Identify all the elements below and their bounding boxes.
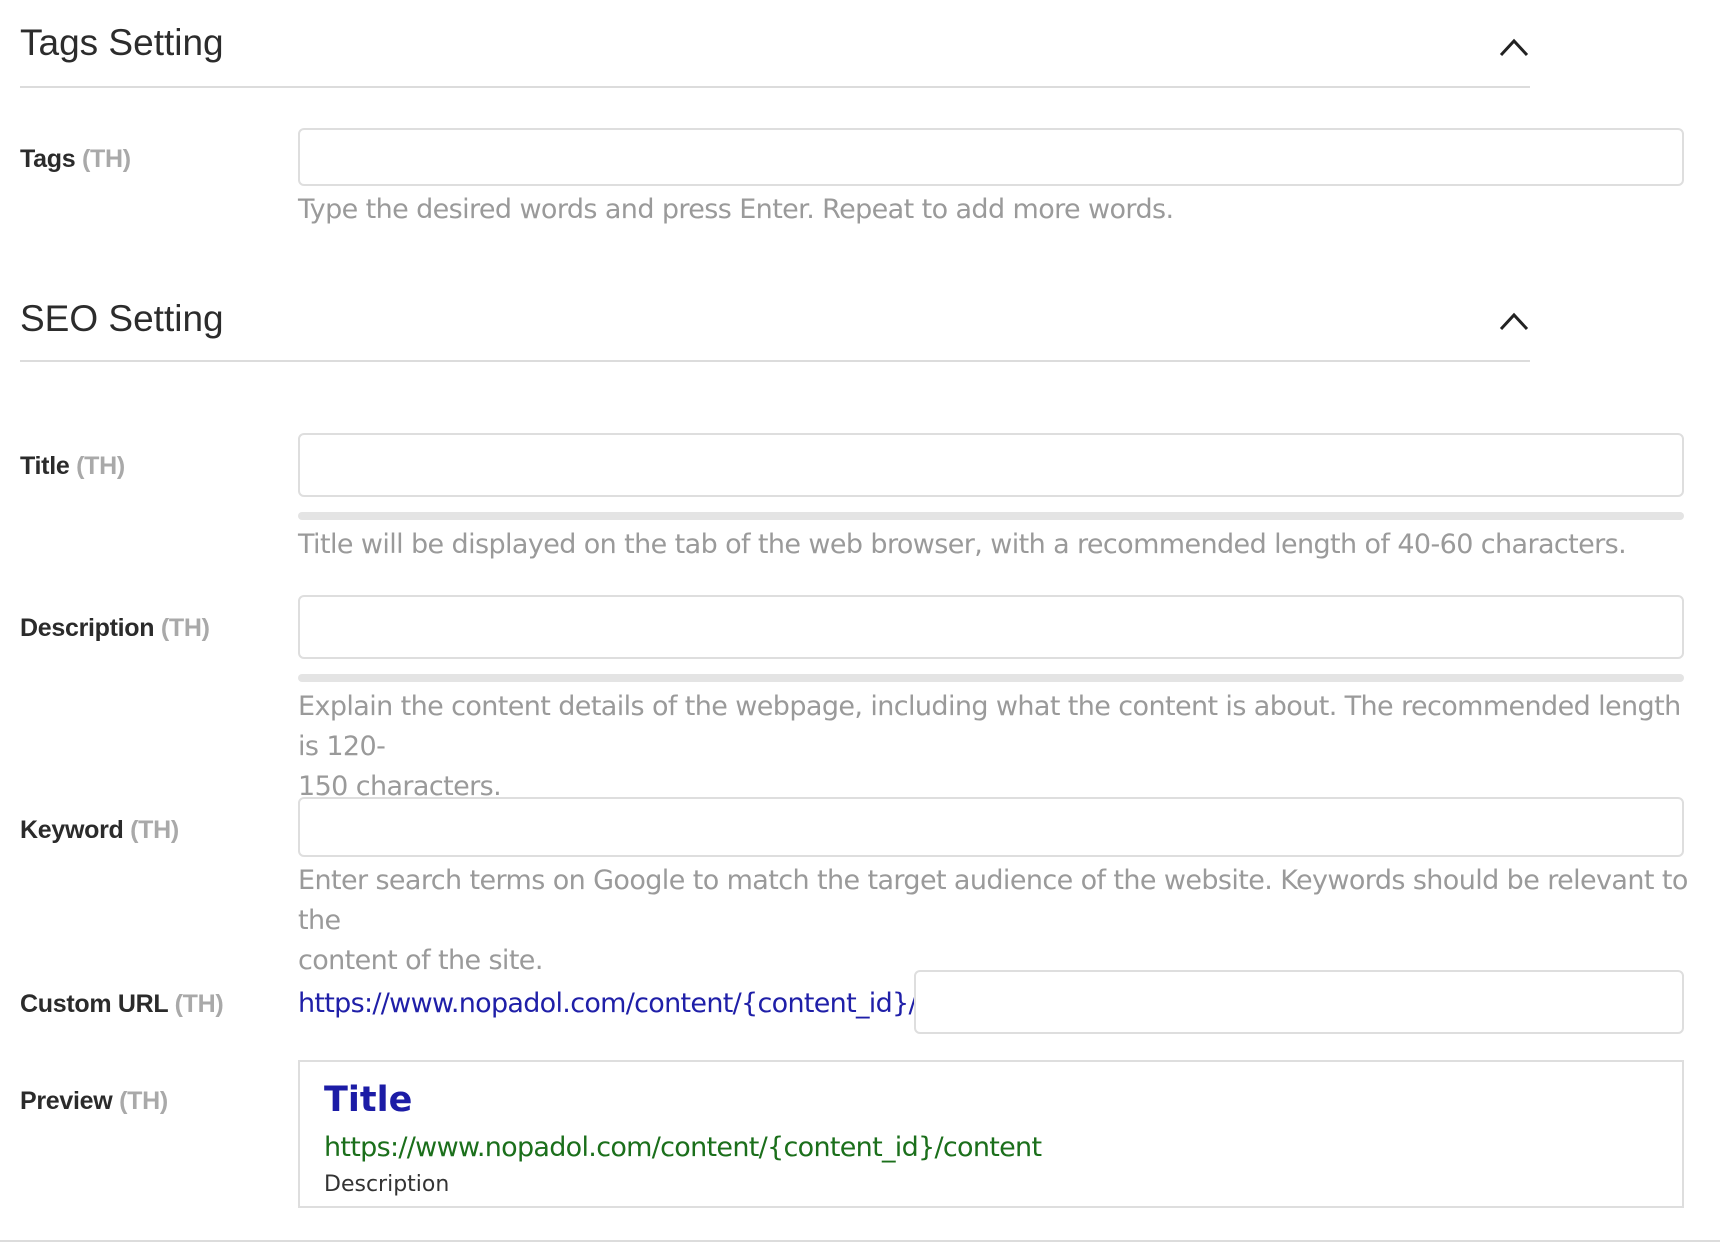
custom-url-lang-tag: (TH) [174, 990, 224, 1018]
preview-lang-tag: (TH) [119, 1087, 168, 1115]
custom-url-input[interactable] [914, 970, 1684, 1034]
search-preview-box: Title https://www.nopadol.com/content/{c… [298, 1060, 1684, 1208]
content-settings-panel: Tags Setting Tags (TH) Type the desired … [0, 0, 1688, 1208]
description-label-text: Description [20, 614, 155, 642]
title-help-text: Title will be displayed on the tab of th… [298, 529, 1627, 560]
preview-description: Description [324, 1172, 450, 1197]
keyword-help-text: Enter search terms on Google to match th… [298, 861, 1688, 981]
keyword-help-line-1: Enter search terms on Google to match th… [298, 865, 1688, 936]
seo-title-input[interactable] [298, 433, 1684, 497]
description-lang-tag: (TH) [160, 614, 210, 642]
tags-lang-tag: (TH) [81, 145, 131, 173]
seo-setting-title: SEO Setting [20, 298, 224, 339]
preview-url: https://www.nopadol.com/content/{content… [324, 1132, 1042, 1163]
keyword-label: Keyword (TH) [20, 816, 179, 845]
title-lang-tag: (TH) [76, 452, 125, 480]
custom-url-label: Custom URL (TH) [20, 990, 224, 1019]
keyword-lang-tag: (TH) [130, 816, 179, 844]
title-label-text: Title [20, 452, 70, 480]
custom-url-label-text: Custom URL [20, 990, 168, 1018]
chevron-up-icon[interactable] [1498, 310, 1530, 332]
seo-description-input[interactable] [298, 595, 1684, 659]
description-help-line-1: Explain the content details of the webpa… [298, 691, 1681, 762]
chevron-up-icon[interactable] [1498, 36, 1530, 58]
seo-setting-header[interactable]: SEO Setting [20, 274, 1530, 362]
tags-setting-header[interactable]: Tags Setting [20, 0, 1530, 88]
tags-input[interactable] [298, 128, 1684, 186]
title-length-bar [298, 512, 1684, 520]
description-help-text: Explain the content details of the webpa… [298, 687, 1688, 807]
tags-help-text: Type the desired words and press Enter. … [298, 194, 1174, 225]
preview-label: Preview (TH) [20, 1087, 168, 1116]
title-label: Title (TH) [20, 452, 125, 481]
description-length-bar [298, 674, 1684, 682]
tags-label-text: Tags [20, 145, 76, 173]
preview-label-text: Preview [20, 1087, 113, 1115]
custom-url-prefix: https://www.nopadol.com/content/{content… [298, 988, 918, 1019]
bottom-divider [0, 1240, 1720, 1242]
tags-label: Tags (TH) [20, 145, 131, 174]
seo-keyword-input[interactable] [298, 797, 1684, 857]
preview-title: Title [324, 1080, 413, 1120]
description-label: Description (TH) [20, 614, 210, 643]
keyword-label-text: Keyword [20, 816, 124, 844]
tags-setting-title: Tags Setting [20, 22, 224, 63]
